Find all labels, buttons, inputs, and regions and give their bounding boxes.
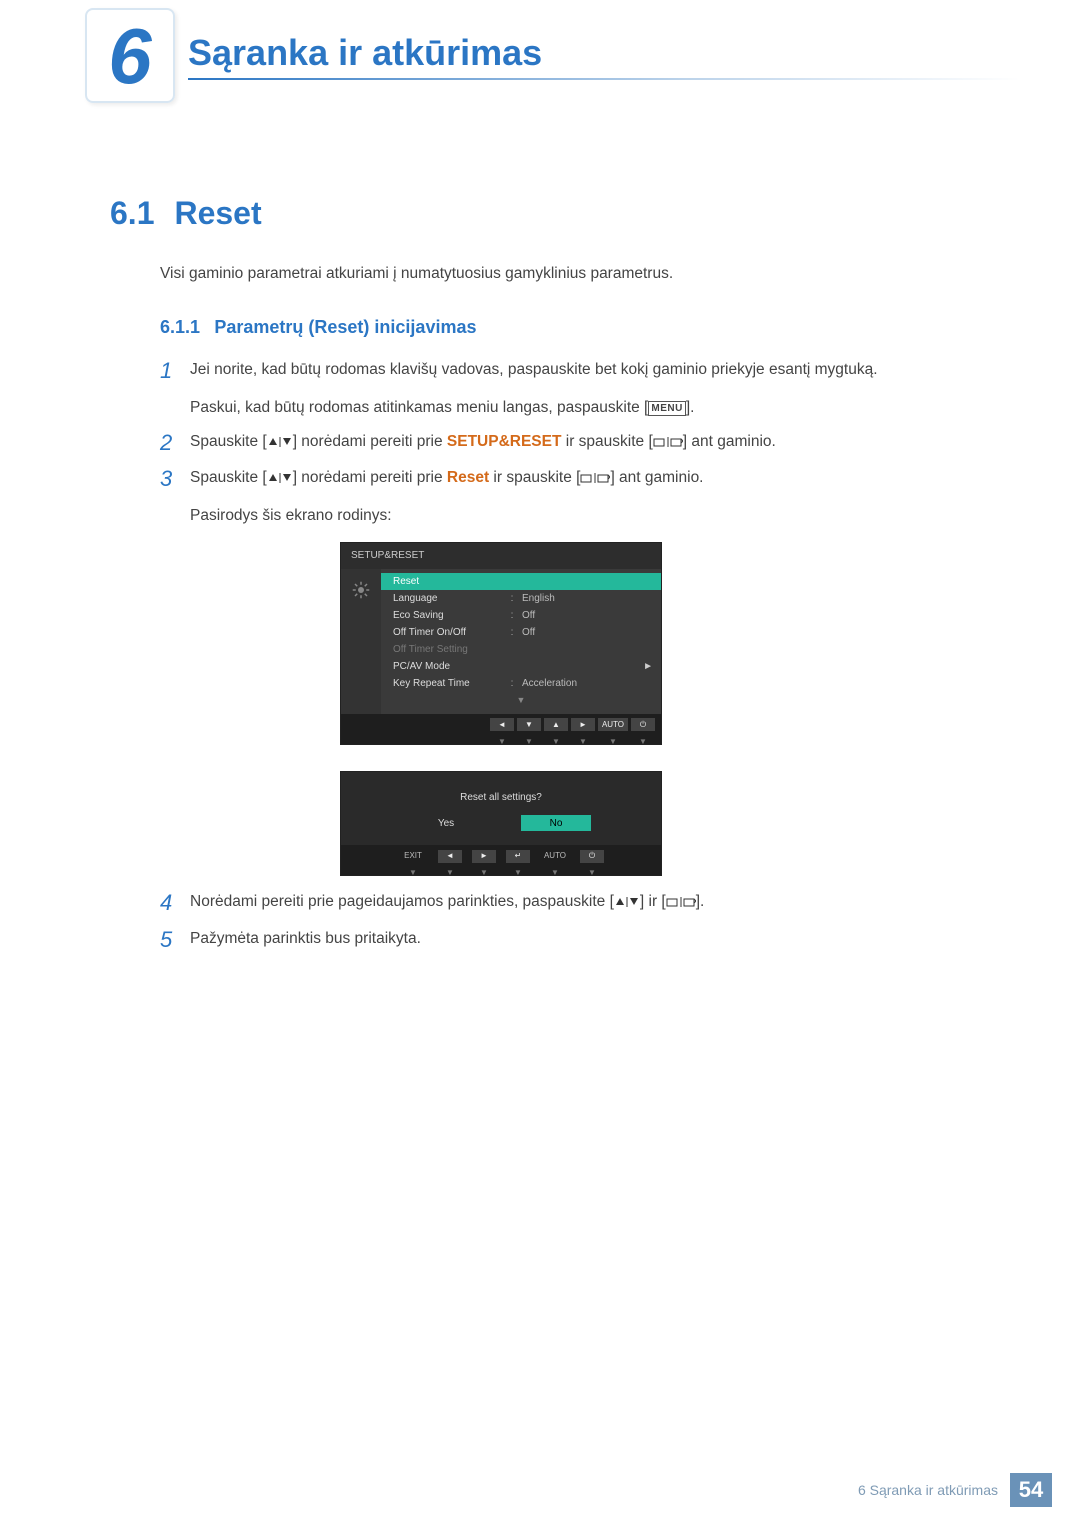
step-number: 4 <box>160 890 190 916</box>
header-rule <box>188 78 1020 80</box>
osd-title: SETUP&RESET <box>341 543 661 569</box>
step-number: 5 <box>160 927 190 953</box>
osd-row-keyrepeat: Key Repeat Time:Acceleration <box>381 675 661 692</box>
step-2: 2 Spauskite [] norėdami pereiti prie SET… <box>160 430 1020 456</box>
chapter-header: 6 Sąranka ir atkūrimas <box>0 0 1080 105</box>
gear-icon <box>352 581 370 599</box>
step-3: 3 Spauskite [] norėdami pereiti prie Res… <box>160 466 1020 528</box>
osd-menu-list: Reset Language:English Eco Saving:Off Of… <box>381 569 661 714</box>
step-number: 3 <box>160 466 190 528</box>
subsection-heading: 6.1.1 Parametrų (Reset) inicijavimas <box>160 314 1020 342</box>
osd-confirm-question: Reset all settings? <box>341 772 661 816</box>
footer-chapter-text: 6 Sąranka ir atkūrimas <box>858 1482 998 1498</box>
source-enter-icon <box>653 436 683 448</box>
chapter-number-box: 6 <box>85 8 175 103</box>
osd-row-reset: Reset <box>381 573 661 590</box>
osd-setup-reset: SETUP&RESET Reset Language:English Eco S… <box>340 542 662 744</box>
osd-choice-no: No <box>521 815 591 831</box>
source-enter-icon <box>666 896 696 908</box>
step-4: 4 Norėdami pereiti prie pageidaujamos pa… <box>160 890 1020 916</box>
osd2-nav-left-icon: ◄ <box>438 850 462 863</box>
page-footer: 6 Sąranka ir atkūrimas 54 <box>858 1473 1052 1507</box>
osd2-nav-power-icon: ⏻ <box>580 850 604 863</box>
section-number: 6.1 <box>110 195 170 232</box>
osd-row-offtimer-setting: Off Timer Setting <box>381 641 661 658</box>
chapter-number: 6 <box>108 17 151 95</box>
step-number: 2 <box>160 430 190 456</box>
osd-row-offtimer: Off Timer On/Off:Off <box>381 624 661 641</box>
osd-nav-down: ▼ <box>517 718 541 731</box>
osd2-nav-bar: EXIT ◄ ► ↵ AUTO ⏻ <box>341 845 661 867</box>
up-down-icon <box>267 436 293 448</box>
osd-row-pcav: PC/AV Mode► <box>381 658 661 675</box>
osd-row-eco: Eco Saving:Off <box>381 607 661 624</box>
step-number: 1 <box>160 358 190 420</box>
subsection-title: Parametrų (Reset) inicijavimas <box>214 317 476 337</box>
chapter-title: Sąranka ir atkūrimas <box>188 32 542 74</box>
source-enter-icon <box>580 472 610 484</box>
osd-scroll-down-icon: ▼ <box>381 692 661 710</box>
osd2-nav-right-icon: ► <box>472 850 496 863</box>
osd2-nav-enter-icon: ↵ <box>506 850 530 863</box>
osd2-nav-auto: AUTO <box>540 850 570 862</box>
step-1-line-1: Jei norite, kad būtų rodomas klavišų vad… <box>190 358 1020 382</box>
step-3-text: Spauskite [] norėdami pereiti prie Reset… <box>190 466 1020 490</box>
reset-keyword: Reset <box>447 469 489 486</box>
osd-nav-power-icon: ⏻ <box>631 718 655 731</box>
step-1: 1 Jei norite, kad būtų rodomas klavišų v… <box>160 358 1020 420</box>
menu-button-label: MENU <box>648 401 685 416</box>
step-1-line-2: Paskui, kad būtų rodomas atitinkamas men… <box>190 396 1020 420</box>
subsection-number: 6.1.1 <box>160 317 200 337</box>
osd-row-language: Language:English <box>381 590 661 607</box>
step-5-text: Pažymėta parinktis bus pritaikyta. <box>190 927 1020 951</box>
osd-reset-confirm: Reset all settings? Yes No EXIT ◄ ► ↵ AU… <box>340 771 662 877</box>
setup-reset-keyword: SETUP&RESET <box>447 433 562 450</box>
step-5: 5 Pažymėta parinktis bus pritaikyta. <box>160 927 1020 953</box>
osd-nav-up: ▲ <box>544 718 568 731</box>
section-intro: Visi gaminio parametrai atkuriami į numa… <box>160 262 1020 286</box>
osd-nav-right: ► <box>571 718 595 731</box>
step-4-text: Norėdami pereiti prie pageidaujamos pari… <box>190 890 1020 914</box>
page-number: 54 <box>1010 1473 1052 1507</box>
step-2-text: Spauskite [] norėdami pereiti prie SETUP… <box>190 430 1020 454</box>
up-down-icon <box>267 472 293 484</box>
section-title: Reset <box>174 195 261 231</box>
chevron-right-icon: ► <box>643 659 653 675</box>
up-down-icon <box>614 896 640 908</box>
osd-sidebar <box>341 569 381 714</box>
section-heading: 6.1 Reset <box>110 195 1080 232</box>
osd-choice-yes: Yes <box>411 815 481 831</box>
osd2-nav-exit: EXIT <box>398 850 428 862</box>
osd-nav-auto: AUTO <box>598 718 628 731</box>
osd-nav-left: ◄ <box>490 718 514 731</box>
step-3-tail: Pasirodys šis ekrano rodinys: <box>190 504 1020 528</box>
osd-nav-bar: ◄ ▼ ▲ ► AUTO ⏻ <box>341 714 661 736</box>
